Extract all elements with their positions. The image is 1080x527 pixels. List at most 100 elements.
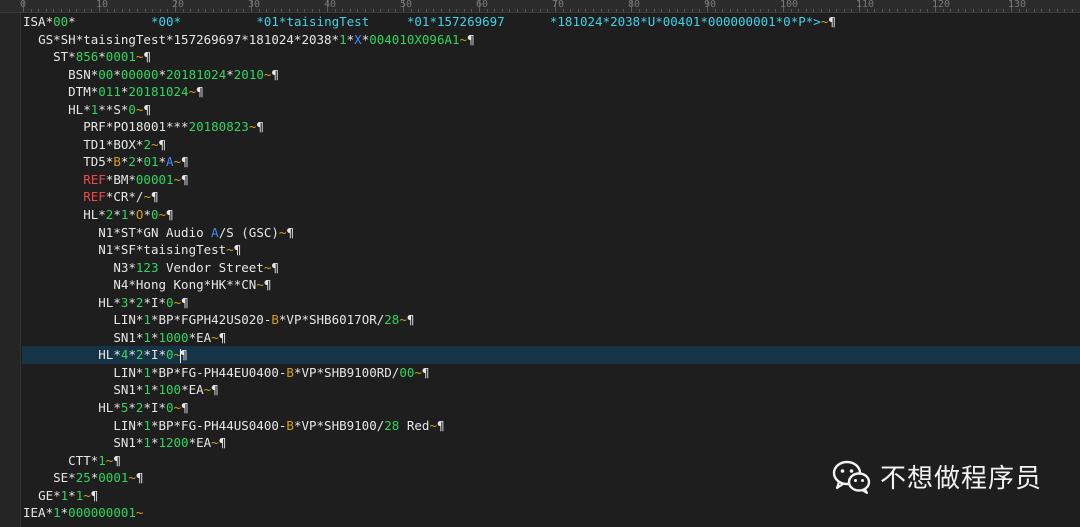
edi-segment-line[interactable]: DTM*011*20181024~¶ — [23, 83, 1080, 101]
ruler-tick — [539, 9, 541, 12]
ruler-tick — [897, 9, 898, 12]
ruler-tick — [836, 9, 838, 12]
edi-segment-line[interactable]: REF*BM*00001~¶ — [23, 171, 1080, 189]
paragraph-mark-icon: ¶ — [218, 435, 227, 451]
ruler-tick — [980, 9, 982, 12]
ruler-tick — [159, 9, 161, 12]
edi-token: 011 — [98, 84, 121, 100]
edi-segment-line[interactable]: TD5*B*2*01*A~¶ — [23, 153, 1080, 171]
edi-token: B — [286, 364, 294, 380]
paragraph-mark-icon: ¶ — [421, 364, 430, 380]
ruler-tick — [1071, 9, 1073, 12]
edi-segment-line[interactable]: BSN*00*00000*20181024*2010~¶ — [23, 66, 1080, 84]
edi-token: 004010X096A1 — [369, 31, 460, 47]
edi-token: 00000 — [120, 66, 159, 82]
edi-token: 25 — [75, 470, 91, 486]
ruler-label: 20 — [172, 0, 185, 10]
edi-token: 0 — [150, 207, 159, 223]
paragraph-mark-icon: ¶ — [166, 207, 174, 223]
edi-segment-line[interactable]: SN1*1*100*EA~¶ — [23, 381, 1080, 399]
edi-segment-line[interactable]: SN1*1*1200*EA~¶ — [23, 434, 1080, 452]
edi-segment-line[interactable]: GS*SH*taisingTest*157269697*181024*2038*… — [23, 31, 1080, 49]
edi-segment-line[interactable]: HL*1**S*0~¶ — [23, 101, 1080, 119]
edi-segment-line[interactable]: LIN*1*BP*FG-PH44EU0400-B*VP*SHB9100RD/00… — [23, 364, 1080, 382]
ruler-tick — [1041, 9, 1043, 12]
ruler-tick — [745, 9, 746, 12]
edi-segment-line[interactable]: N1*SF*taisingTest~¶ — [23, 241, 1080, 259]
paragraph-mark-icon: ¶ — [436, 417, 445, 433]
edi-segment-line[interactable]: IEA*1*000000001~ — [23, 504, 1080, 522]
ruler-tick — [304, 9, 306, 12]
edi-token: LIN* — [113, 364, 144, 380]
edi-token: * — [68, 14, 151, 29]
edi-segment-line[interactable]: HL*4*2*I*0~¶ — [22, 346, 1080, 364]
ruler-tick — [874, 9, 876, 12]
edi-segment-line[interactable]: LIN*1*BP*FGPH42US020-B*VP*SHB6017OR/28~¶ — [23, 311, 1080, 329]
edi-token: ~ — [173, 294, 182, 310]
ruler-tick — [950, 9, 952, 12]
edi-token: A — [166, 154, 174, 170]
edi-segment-line[interactable]: HL*2*1*O*0~¶ — [23, 206, 1080, 224]
ruler-tick — [1049, 9, 1050, 12]
edi-segment-line[interactable]: N4*Hong Kong*HK**CN~¶ — [23, 276, 1080, 294]
edi-text-editor[interactable]: ISA*00* *00* *01*taisingTest *01*1572696… — [22, 13, 1080, 527]
edi-segment-line[interactable]: LIN*1*BP*FG-PH44US0400-B*VP*SHB9100/28 R… — [23, 417, 1080, 435]
edi-segment-line[interactable]: SN1*1*1000*EA~¶ — [23, 329, 1080, 347]
edi-segment-line[interactable]: N3*123 Vendor Street~¶ — [23, 259, 1080, 277]
ruler-tick — [456, 9, 458, 12]
edi-segment-line[interactable]: REF*CR*/~¶ — [23, 188, 1080, 206]
edi-token: A — [211, 224, 219, 240]
edi-segment-line[interactable]: HL*5*2*I*0~¶ — [23, 399, 1080, 417]
edi-token: 20180823 — [188, 119, 249, 135]
ruler-tick — [76, 9, 78, 12]
edi-token: 28 — [384, 417, 400, 433]
paragraph-mark-icon: ¶ — [113, 452, 121, 468]
edi-token: ISA* — [23, 14, 54, 29]
ruler-tick — [152, 9, 154, 12]
ruler-tick — [448, 9, 450, 12]
edi-token: HL* — [98, 347, 121, 363]
edi-segment-line[interactable]: PRF*PO18001***20180823~¶ — [23, 118, 1080, 136]
ruler-tick — [441, 9, 442, 12]
paragraph-mark-icon: ¶ — [218, 329, 227, 345]
edi-token: HL* — [98, 294, 121, 310]
editor-gutter — [0, 13, 21, 527]
edi-token: IEA* — [23, 505, 54, 521]
ruler-tick — [1026, 9, 1028, 12]
ruler-tick — [646, 9, 648, 12]
ruler-tick — [228, 9, 230, 12]
ruler-tick — [289, 9, 290, 12]
ruler-tick — [904, 9, 906, 12]
edi-segment-line[interactable]: TD1*BOX*2~¶ — [23, 136, 1080, 154]
edi-token: *VP*SHB9100/ — [293, 417, 385, 433]
ruler-tick — [220, 9, 222, 12]
edi-token: ~ — [211, 329, 219, 345]
edi-token: Vendor Street — [158, 259, 264, 275]
ruler-tick — [1003, 9, 1005, 12]
paragraph-mark-icon: ¶ — [180, 347, 188, 363]
edi-token: X — [354, 31, 362, 47]
edi-token: ~ — [158, 207, 167, 223]
edi-segment-line[interactable]: ST*856*0001~¶ — [23, 48, 1080, 66]
edi-token: 000000001 — [68, 505, 136, 521]
ruler-tick — [281, 9, 283, 12]
edi-token: 1200 — [158, 435, 189, 451]
ruler-tick — [623, 9, 625, 12]
edi-segment-line[interactable]: HL*3*2*I*0~¶ — [23, 294, 1080, 312]
edi-segment-line[interactable]: ISA*00* *00* *01*taisingTest *01*1572696… — [23, 13, 1080, 31]
edi-token: ~ — [414, 364, 422, 380]
edi-segment-line[interactable]: N1*ST*GN Audio A/S (GSC)~¶ — [23, 224, 1080, 242]
edi-token: B — [271, 312, 279, 328]
ruler-tick — [919, 9, 921, 12]
edi-token: 0001 — [105, 49, 136, 65]
